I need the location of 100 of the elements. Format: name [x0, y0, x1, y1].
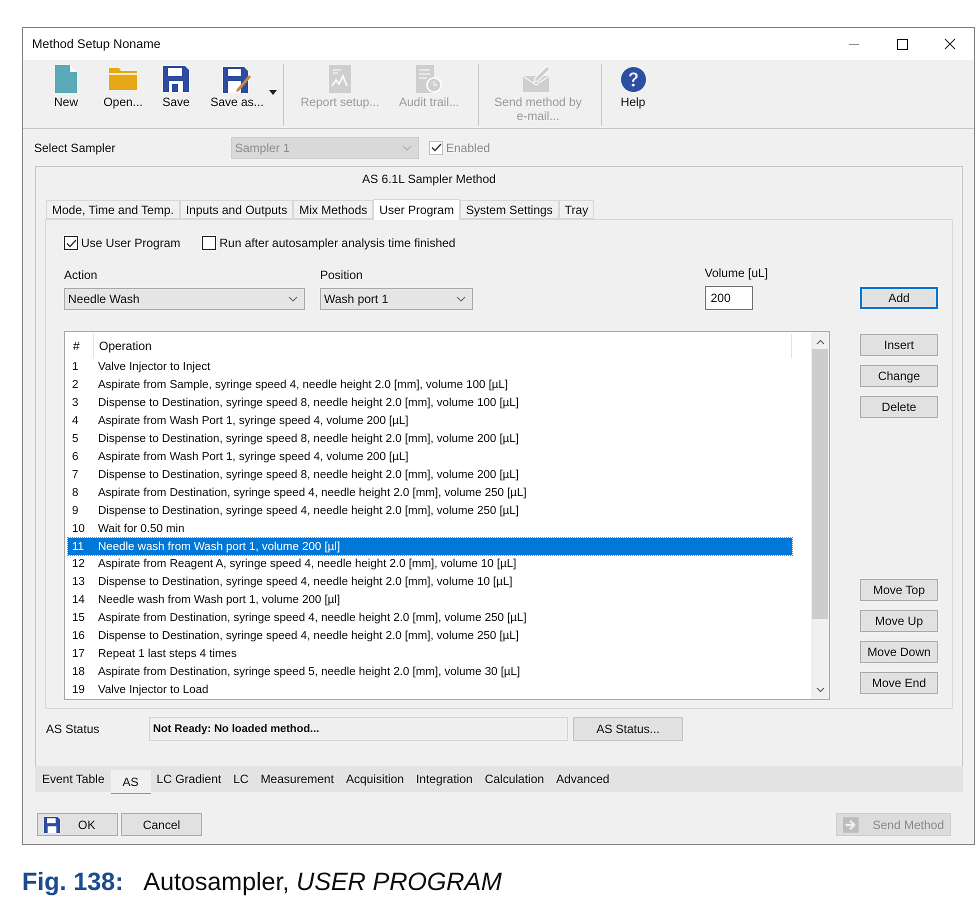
status-button[interactable]: AS Status... — [573, 717, 683, 741]
toolbar-button[interactable]: Open... — [95, 64, 151, 126]
toolbar-button[interactable]: Save as... — [201, 64, 273, 126]
chevron-down-icon — [288, 296, 298, 302]
tab[interactable]: Event Table — [36, 768, 110, 790]
operation-text: Aspirate from Wash Port 1, syringe speed 4, volume 200 [µL] — [97, 450, 408, 463]
tab[interactable]: Tray — [558, 200, 594, 219]
toolbar-button[interactable]: Help — [608, 64, 658, 126]
operation-text: Aspirate from Destination, syringe speed 4, needle height 2.0 [mm], volume 250 [µL] — [97, 486, 527, 499]
field-label: AS Status — [46, 722, 100, 736]
tab[interactable]: LC — [227, 768, 255, 790]
row-number: 4 — [71, 414, 80, 427]
window-title: Method Setup Noname — [32, 37, 162, 51]
row-number: 17 — [71, 648, 86, 660]
operation-text: Repeat 1 last steps 4 times — [97, 648, 237, 660]
tab[interactable]: Integration — [410, 768, 479, 790]
chevron-up-icon — [816, 339, 825, 345]
move-button[interactable]: Move Up — [860, 610, 938, 632]
list-row[interactable]: 12 Aspirate from Reagent A, syringe speed 4, needle height 2.0 [mm], volume 10 [µL] — [68, 555, 792, 574]
tab[interactable]: User Program — [373, 199, 460, 220]
list-row[interactable]: 7 Dispense to Destination, syringe speed 8, needle height 2.0 [mm], volume 200 [µL] — [68, 466, 792, 484]
checkbox[interactable] — [64, 236, 78, 250]
cancel-button[interactable]: Cancel — [121, 813, 202, 836]
tab[interactable]: Inputs and Outputs — [180, 200, 294, 219]
list-row[interactable]: 3 Dispense to Destination, syringe speed 8, needle height 2.0 [mm], volume 100 [µL] — [68, 394, 792, 412]
toolbar-button[interactable]: Save — [151, 64, 201, 126]
tab[interactable]: Calculation — [478, 768, 550, 790]
document-clock-icon — [416, 65, 442, 93]
list-row[interactable]: 17 Repeat 1 last steps 4 times — [68, 645, 792, 664]
list-row[interactable]: 5 Dispense to Destination, syringe speed 8, needle height 2.0 [mm], volume 200 [µL] — [68, 430, 792, 448]
row-number: 9 — [71, 504, 80, 517]
caret-icon — [269, 90, 277, 95]
list-row[interactable]: 14 Needle wash from Wash port 1, volume 200 [µl] — [68, 591, 792, 610]
tab[interactable]: LC Gradient — [150, 768, 228, 790]
chevron-down-icon — [402, 144, 412, 150]
list-row[interactable]: 2 Aspirate from Sample, syringe speed 4, needle height 2.0 [mm], volume 100 [µL] — [68, 376, 792, 394]
list-row[interactable]: 11 Needle wash from Wash port 1, volume 200 [µl] — [68, 538, 792, 556]
sampler-dropdown: Sampler 1 — [231, 136, 419, 158]
list-row[interactable]: 6 Aspirate from Wash Port 1, syringe speed 4, volume 200 [µL] — [68, 448, 792, 466]
list-row[interactable]: 10 Wait for 0.50 min — [68, 520, 792, 538]
move-button[interactable]: Move End — [860, 672, 938, 694]
row-number: 19 — [71, 684, 86, 696]
ok-button[interactable]: OK — [37, 813, 118, 836]
row-number: 18 — [71, 666, 86, 678]
operation-text: Dispense to Destination, syringe speed 4, needle height 2.0 [mm], volume 250 [µL] — [97, 504, 519, 517]
row-number: 7 — [71, 468, 80, 481]
list-row[interactable]: 15 Aspirate from Destination, syringe speed 4, needle height 2.0 [mm], volume 250 [µL] — [68, 609, 792, 628]
action-dropdown[interactable]: Needle Wash — [64, 288, 305, 310]
column-header: # — [68, 334, 94, 358]
checkbox-label: Enabled — [446, 140, 490, 154]
position-dropdown[interactable]: Wash port 1 — [320, 288, 473, 310]
chevron-down-icon — [816, 687, 825, 693]
checkbox[interactable] — [202, 236, 216, 250]
field-label: Select Sampler — [34, 140, 116, 154]
tab[interactable]: Mix Methods — [293, 200, 374, 219]
list-row[interactable]: 18 Aspirate from Destination, syringe speed 5, needle height 2.0 [mm], volume 30 [µL] — [68, 663, 792, 682]
list-row[interactable]: 9 Dispense to Destination, syringe speed 4, needle height 2.0 [mm], volume 250 [µL] — [68, 502, 792, 520]
chevron-down-icon — [456, 296, 466, 302]
operation-text: Aspirate from Reagent A, syringe speed 4, needle height 2.0 [mm], volume 10 [µL] — [97, 558, 516, 570]
row-number: 1 — [71, 360, 80, 373]
operation-text: Wait for 0.50 min — [97, 522, 184, 535]
list-row[interactable]: 16 Dispense to Destination, syringe speed 4, needle height 2.0 [mm], volume 250 [µL] — [68, 627, 792, 646]
add-button[interactable]: Add — [860, 287, 938, 309]
tab[interactable]: Mode, Time and Temp. — [46, 200, 180, 219]
arrow-right-icon — [843, 816, 859, 834]
row-number: 11 — [71, 540, 85, 552]
tab[interactable]: AS — [110, 770, 151, 794]
tab[interactable]: Acquisition — [340, 768, 410, 790]
floppy-disk-pencil-icon — [223, 65, 251, 93]
row-number: 3 — [71, 396, 80, 409]
operation-text: Valve Injector to Load — [97, 684, 208, 696]
panel-title: AS 6.1L Sampler Method — [361, 171, 497, 188]
list-button[interactable]: Insert — [860, 334, 938, 356]
tab[interactable]: System Settings — [460, 200, 559, 219]
chart-document-icon — [329, 65, 351, 93]
volume-field[interactable]: 200 — [704, 286, 753, 310]
row-number: 5 — [71, 432, 80, 445]
tab[interactable]: Advanced — [550, 768, 616, 790]
close-icon[interactable] — [944, 38, 956, 50]
move-button[interactable]: Move Top — [860, 579, 938, 601]
scrollbar-thumb[interactable] — [812, 349, 828, 619]
operation-text: Dispense to Destination, syringe speed 8, needle height 2.0 [mm], volume 200 [µL] — [97, 468, 519, 481]
checkmark-icon — [430, 143, 442, 152]
list-button[interactable]: Change — [860, 365, 938, 387]
folder-icon — [109, 68, 137, 90]
tab[interactable]: Measurement — [254, 768, 340, 790]
list-row[interactable]: 13 Dispense to Destination, syringe speed 4, needle height 2.0 [mm], volume 10 [µL] — [68, 573, 792, 592]
toolbar-button[interactable]: New — [37, 64, 95, 126]
document-icon — [55, 65, 77, 93]
operation-text: Aspirate from Destination, syringe speed 4, needle height 2.0 [mm], volume 250 [µL] — [97, 612, 527, 624]
move-button[interactable]: Move Down — [860, 641, 938, 663]
list-button[interactable]: Delete — [860, 396, 938, 418]
figure-caption: Autosampler, USER PROGRAM — [143, 868, 502, 897]
maximize-icon[interactable] — [896, 38, 908, 50]
list-row[interactable]: 19 Valve Injector to Load — [68, 681, 792, 700]
status-field: Not Ready: No loaded method... — [149, 717, 568, 741]
list-row[interactable]: 4 Aspirate from Wash Port 1, syringe speed 4, volume 200 [µL] — [68, 412, 792, 430]
list-row[interactable]: 1 Valve Injector to Inject — [68, 358, 792, 376]
row-number: 14 — [71, 594, 86, 606]
list-row[interactable]: 8 Aspirate from Destination, syringe speed 4, needle height 2.0 [mm], volume 250 [µL] — [68, 484, 792, 502]
